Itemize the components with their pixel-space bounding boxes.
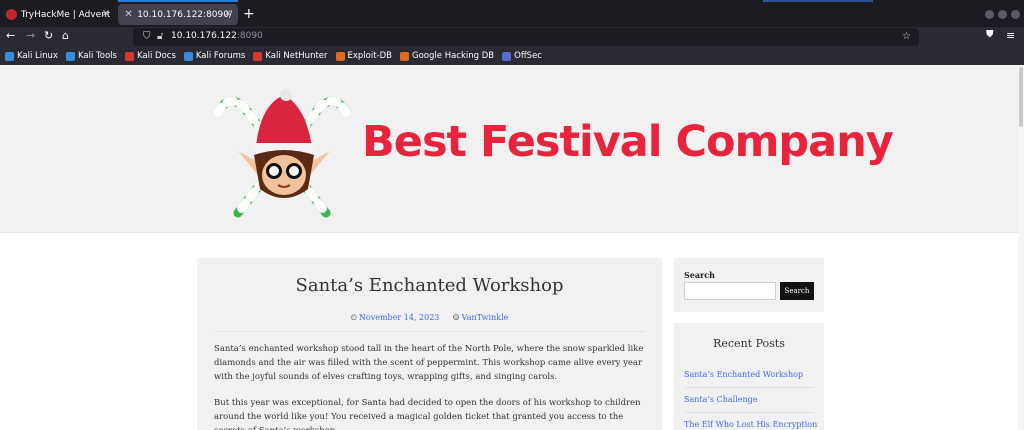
tab-close-icon[interactable]: × <box>102 8 110 19</box>
search-label: Search <box>684 270 715 280</box>
article-author[interactable]: VanTwinkle <box>462 313 509 322</box>
bookmark-offsec[interactable]: OffSec <box>502 51 542 61</box>
bookmark-kali-nethunter[interactable]: Kali NetHunter <box>253 51 328 61</box>
shield-icon[interactable]: ⛉ <box>143 31 151 42</box>
scrollbar-thumb[interactable] <box>1019 67 1023 127</box>
reload-icon[interactable]: ↻ <box>44 29 53 42</box>
bookmark-google-hacking-db[interactable]: Google Hacking DB <box>400 51 494 61</box>
article-title[interactable]: Santa’s Enchanted Workshop <box>197 275 662 296</box>
tab-bar-accent <box>763 0 873 2</box>
home-icon[interactable]: ⌂ <box>62 29 69 42</box>
tab-active-site[interactable]: ✕ 10.10.176.122:8090/ × <box>118 4 238 25</box>
tab-bar: TryHackMe | Advent of Cy × ✕ 10.10.176.1… <box>0 0 1024 27</box>
url-host: 10.10.176.122 <box>171 31 237 41</box>
web-page: Best Festival Company Santa’s Enchanted … <box>0 65 1024 430</box>
minimize-button[interactable] <box>985 10 994 19</box>
page-scrollbar[interactable] <box>1018 65 1024 430</box>
bookmarks-toolbar: Kali Linux Kali Tools Kali Docs Kali For… <box>0 47 1024 65</box>
elf-mascot-logo[interactable] <box>208 85 358 225</box>
navigation-bar: ← → ↻ ⌂ ⛉ 🔓︎ 10.10.176.122:8090 ☆ ⛊ ≡ <box>0 27 1024 47</box>
url-port: :8090 <box>236 31 263 41</box>
kali-tools-icon <box>65 51 75 61</box>
article-paragraph: But this year was exceptional, for Santa… <box>214 398 641 430</box>
bookmark-kali-linux[interactable]: Kali Linux <box>5 51 58 61</box>
clock-icon: ⏲ <box>350 313 357 322</box>
kali-forums-icon <box>183 51 193 61</box>
active-tab-indicator <box>118 0 238 2</box>
kali-nethunter-icon <box>253 51 263 61</box>
divider <box>684 387 814 388</box>
tryhackme-favicon-icon <box>6 9 17 20</box>
back-arrow-icon[interactable]: ← <box>6 29 15 42</box>
site-favicon-icon: ✕ <box>124 9 133 20</box>
menu-icon[interactable]: ≡ <box>1006 29 1015 42</box>
bookmark-label: Kali Docs <box>136 51 176 61</box>
kali-linux-icon <box>5 51 14 61</box>
recent-posts-widget: Recent Posts Santa’s Enchanted Workshop … <box>674 323 824 430</box>
recent-post-link[interactable]: The Elf Who Lost His Encryption <box>684 420 817 429</box>
article-meta: ⏲ November 14, 2023 ☺ VanTwinkle <box>197 313 662 323</box>
search-button[interactable]: Search <box>780 282 814 300</box>
recent-post-link[interactable]: Santa’s Enchanted Workshop <box>684 370 803 379</box>
maximize-button[interactable] <box>998 10 1007 19</box>
tab-close-icon[interactable]: × <box>224 8 232 19</box>
site-brand-title[interactable]: Best Festival Company <box>362 117 894 167</box>
search-input[interactable] <box>684 282 776 300</box>
forward-arrow-icon[interactable]: → <box>26 29 35 42</box>
sidebar-search-widget: Search Search <box>674 258 824 312</box>
url-bar[interactable]: ⛉ 🔓︎ 10.10.176.122:8090 ☆ <box>133 28 919 46</box>
tab-title: 10.10.176.122:8090/ <box>137 9 232 20</box>
offsec-icon <box>502 51 512 61</box>
bookmark-exploit-db[interactable]: Exploit-DB <box>335 51 393 61</box>
bookmark-kali-docs[interactable]: Kali Docs <box>124 51 176 61</box>
pocket-icon[interactable]: ⛊ <box>986 29 994 40</box>
site-header: Best Festival Company <box>0 65 1024 233</box>
recent-post-link[interactable]: Santa’s Challenge <box>684 395 757 404</box>
bookmark-kali-tools[interactable]: Kali Tools <box>65 51 117 61</box>
exploit-db-icon <box>335 51 345 61</box>
bookmark-label: Google Hacking DB <box>412 51 495 61</box>
kali-docs-icon <box>124 51 134 61</box>
bookmark-label: OffSec <box>514 51 542 61</box>
divider <box>214 331 645 332</box>
lock-icon[interactable]: 🔓︎ <box>157 31 163 42</box>
bookmark-label: Exploit-DB <box>347 51 393 61</box>
tab-tryhackme[interactable]: TryHackMe | Advent of Cy × <box>0 4 116 25</box>
bookmark-kali-forums[interactable]: Kali Forums <box>183 51 246 61</box>
user-icon: ☺ <box>452 313 460 322</box>
divider <box>684 412 814 413</box>
recent-posts-heading: Recent Posts <box>713 337 785 350</box>
article-card: Santa’s Enchanted Workshop ⏲ November 14,… <box>197 258 662 430</box>
bookmark-label: Kali Tools <box>77 51 117 61</box>
google-hacking-db-icon <box>400 51 410 61</box>
bookmark-label: Kali Forums <box>195 51 246 61</box>
url-text[interactable]: 10.10.176.122:8090 <box>171 31 263 41</box>
tab-title: TryHackMe | Advent of Cy <box>20 9 110 20</box>
bookmark-label: Kali NetHunter <box>265 51 328 61</box>
new-tab-button[interactable]: + <box>243 6 255 22</box>
close-window-button[interactable] <box>1011 10 1020 19</box>
bookmark-star-icon[interactable]: ☆ <box>902 31 911 42</box>
article-date[interactable]: November 14, 2023 <box>359 313 440 322</box>
article-paragraph: Santa’s enchanted workshop stood tall in… <box>214 344 644 382</box>
bookmark-label: Kali Linux <box>17 51 58 61</box>
